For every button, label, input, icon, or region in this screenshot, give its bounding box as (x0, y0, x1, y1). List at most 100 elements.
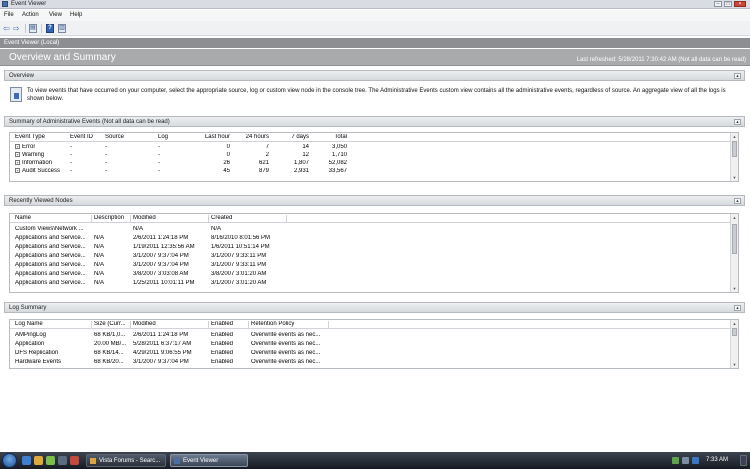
recent-vertical-scrollbar[interactable]: ▲ ▼ (730, 214, 738, 292)
col-retention-policy[interactable]: Retention Policy (251, 321, 294, 327)
log-summary-table[interactable]: Log Name Size (Curr... Modified Enabled … (9, 319, 739, 369)
table-row[interactable]: Hardware Events 68 KB/20... 3/1/2007 9:3… (10, 358, 738, 366)
overview-text: To view events that have occurred on you… (27, 88, 726, 102)
title-bar[interactable]: Event Viewer – □ × (0, 0, 750, 9)
scroll-up-arrow-icon[interactable]: ▲ (732, 321, 737, 326)
scrollbar-thumb[interactable] (732, 141, 737, 157)
col-log[interactable]: Log (158, 134, 168, 140)
table-row[interactable]: Application 20.00 MB/... 5/28/2011 6:37:… (10, 340, 738, 348)
scroll-down-arrow-icon[interactable]: ▼ (732, 362, 737, 367)
help-icon[interactable]: ? (46, 24, 54, 33)
col-created[interactable]: Created (211, 215, 232, 221)
information-document-icon (10, 87, 22, 102)
table-row[interactable]: Applications and Service... N/A 3/1/2007… (10, 261, 738, 269)
table-row[interactable]: Custom Views\Network ... N/A N/A (10, 225, 738, 233)
maximize-button[interactable]: □ (724, 1, 732, 7)
taskbar-clock[interactable]: 7:33 AM (706, 457, 728, 463)
tray-app-icon[interactable] (692, 457, 699, 464)
col-24-hours[interactable]: 24 hours (234, 134, 269, 140)
show-desktop-icon[interactable] (58, 456, 67, 465)
system-tray: 7:33 AM (670, 452, 750, 469)
show-desktop-button[interactable] (740, 455, 747, 466)
table-row[interactable]: Applications and Service... N/A 2/6/2011… (10, 234, 738, 242)
col-event-type[interactable]: Event Type (15, 134, 45, 140)
scrollbar-thumb[interactable] (732, 224, 737, 254)
table-row[interactable]: + Information - - - 26 621 1,807 52,082 (10, 159, 738, 167)
folder-icon[interactable] (34, 456, 43, 465)
table-row[interactable]: Applications and Service... N/A 1/19/201… (10, 243, 738, 251)
menu-view[interactable]: View (49, 12, 62, 18)
scroll-down-arrow-icon[interactable]: ▼ (732, 175, 737, 180)
table-row[interactable]: + Error - - - 0 7 14 3,050 (10, 143, 738, 151)
summary-section-header[interactable]: Summary of Administrative Events (Not al… (4, 116, 745, 127)
log-summary-section-header[interactable]: Log Summary ▲ (4, 302, 745, 313)
volume-icon[interactable] (682, 457, 689, 464)
expand-plus-icon[interactable]: + (15, 160, 20, 165)
forward-arrow-icon[interactable]: ⇨ (13, 24, 20, 33)
taskbar-item-vista-forums[interactable]: Vista Forums - Searc... (86, 454, 166, 467)
summary-vertical-scrollbar[interactable]: ▲ ▼ (730, 133, 738, 181)
table-row[interactable]: DFS Replication 68 KB/14... 4/29/2011 9:… (10, 349, 738, 357)
col-modified[interactable]: Modified (133, 215, 156, 221)
menu-help[interactable]: Help (70, 12, 82, 18)
menu-file[interactable]: File (4, 12, 14, 18)
start-button[interactable] (2, 453, 17, 468)
collapse-caret-icon[interactable]: ▲ (734, 73, 741, 79)
summary-section-title: Summary of Administrative Events (Not al… (9, 119, 170, 125)
taskbar-item-event-viewer[interactable]: Event Viewer (170, 454, 248, 467)
back-arrow-icon[interactable]: ⇦ (3, 24, 10, 33)
recent-nodes-table[interactable]: Name Description Modified Created Custom… (9, 213, 739, 293)
col-modified[interactable]: Modified (133, 321, 156, 327)
taskbar: Vista Forums - Searc... Event Viewer 7:3… (0, 452, 750, 469)
recent-section-header[interactable]: Recently Viewed Nodes ▲ (4, 195, 745, 206)
table-row[interactable]: Applications and Service... N/A 3/1/2007… (10, 252, 738, 260)
log-vertical-scrollbar[interactable]: ▲ ▼ (730, 320, 738, 368)
overview-section-header[interactable]: Overview ▲ (4, 70, 745, 81)
scroll-up-arrow-icon[interactable]: ▲ (732, 134, 737, 139)
collapse-caret-icon[interactable]: ▲ (734, 119, 741, 125)
expand-plus-icon[interactable]: + (15, 168, 20, 173)
browser-icon[interactable] (22, 456, 31, 465)
expand-plus-icon[interactable]: + (15, 144, 20, 149)
collapse-caret-icon[interactable]: ▲ (734, 198, 741, 204)
overview-section-title: Overview (9, 73, 35, 79)
quick-launch-media-icon[interactable] (70, 456, 79, 465)
table-row[interactable]: Applications and Service... N/A 1/25/201… (10, 279, 738, 287)
col-7-days[interactable]: 7 days (272, 134, 309, 140)
col-description[interactable]: Description (94, 215, 124, 221)
col-name[interactable]: Name (15, 215, 31, 221)
scrollbar-thumb[interactable] (732, 328, 737, 336)
console-tree-path[interactable]: Event Viewer (Local) (4, 40, 59, 46)
col-source[interactable]: Source (105, 134, 124, 140)
table-row[interactable]: AMPingLog 68 KB/1,0... 2/6/2011 1:24:18 … (10, 331, 738, 339)
scroll-up-arrow-icon[interactable]: ▲ (732, 215, 737, 220)
network-icon[interactable] (672, 457, 679, 464)
table-row[interactable]: + Audit Success - - - 45 879 2,931 33,567 (10, 167, 738, 175)
summary-table[interactable]: Event Type Event ID Source Log Last hour… (9, 132, 739, 182)
browser-window-icon (90, 458, 96, 464)
quick-launch-app-icon[interactable] (46, 456, 55, 465)
toolbar: ⇦ ⇨ ▤ ? ▥ (0, 21, 750, 36)
minimize-button[interactable]: – (714, 1, 722, 7)
menu-action[interactable]: Action (22, 12, 39, 18)
col-log-name[interactable]: Log Name (15, 321, 43, 327)
col-enabled[interactable]: Enabled (211, 321, 233, 327)
recent-section-title: Recently Viewed Nodes (9, 198, 73, 204)
col-last-hour[interactable]: Last hour (190, 134, 230, 140)
col-total[interactable]: Total (312, 134, 347, 140)
col-size[interactable]: Size (Curr... (94, 321, 126, 327)
show-hide-action-pane-icon[interactable]: ▥ (58, 24, 66, 33)
table-row[interactable]: Applications and Service... N/A 3/8/2007… (10, 270, 738, 278)
collapse-caret-icon[interactable]: ▲ (734, 305, 741, 311)
last-refreshed-text: Last refreshed: 5/28/2011 7:30:42 AM (No… (576, 57, 746, 63)
log-table-header: Log Name Size (Curr... Modified Enabled … (10, 320, 738, 329)
col-event-id[interactable]: Event ID (70, 134, 93, 140)
expand-plus-icon[interactable]: + (15, 152, 20, 157)
console-tree-path-bar: Event Viewer (Local) (0, 38, 750, 48)
table-row[interactable]: + Warning - - - 0 2 12 1,710 (10, 151, 738, 159)
scroll-down-arrow-icon[interactable]: ▼ (732, 286, 737, 291)
main-content: Overview ▲ To view events that have occu… (4, 70, 745, 452)
close-button[interactable]: × (734, 1, 746, 7)
event-viewer-icon (174, 458, 180, 464)
show-hide-console-tree-icon[interactable]: ▤ (29, 24, 37, 33)
